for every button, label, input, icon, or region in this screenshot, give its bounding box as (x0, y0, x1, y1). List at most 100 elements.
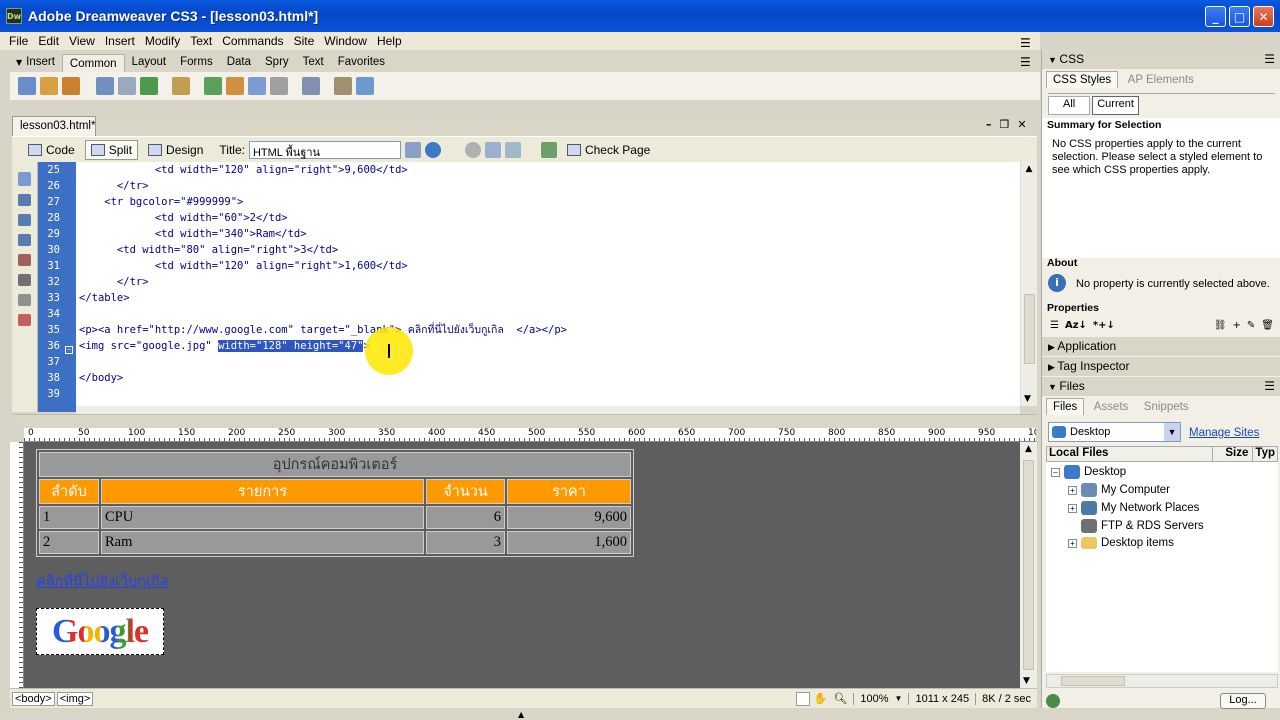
validate-markup-icon[interactable] (540, 141, 557, 158)
menu-insert[interactable]: Insert (100, 34, 140, 48)
highlight-invalid-icon[interactable] (18, 314, 31, 326)
select-tool-icon[interactable] (795, 691, 810, 706)
hyperlink-icon[interactable] (18, 77, 36, 95)
tree-item-ftp-rds[interactable]: FTP & RDS Servers (1068, 519, 1204, 533)
refresh-icon[interactable] (464, 141, 481, 158)
expand-arrow-icon[interactable]: ▲ (518, 710, 524, 719)
view-options-icon[interactable] (484, 141, 501, 158)
files-horizontal-scrollbar[interactable] (1046, 674, 1278, 688)
head-icon[interactable] (270, 77, 288, 95)
doc-restore-icon[interactable]: ❐ (1000, 118, 1010, 131)
collapse-node-icon[interactable]: – (1051, 467, 1060, 477)
menu-commands[interactable]: Commands (217, 34, 288, 48)
menu-modify[interactable]: Modify (140, 34, 185, 48)
insert-tab-spry[interactable]: Spry (258, 56, 296, 68)
google-logo-image[interactable]: Google (36, 608, 164, 655)
design-view-button[interactable]: Design (142, 140, 209, 160)
minimize-button[interactable]: _ (1205, 6, 1226, 27)
media-icon[interactable] (172, 77, 190, 95)
design-vertical-scrollbar[interactable]: ▲ ▼ (1020, 442, 1037, 688)
collapse-triangle-icon[interactable]: ▼ (16, 58, 22, 67)
menu-text[interactable]: Text (185, 34, 217, 48)
table-icon[interactable] (96, 77, 114, 95)
application-panel-header[interactable]: ▶ Application (1042, 337, 1280, 356)
scroll-down-icon[interactable]: ▼ (1023, 676, 1030, 686)
edit-style-icon[interactable]: ✎ (1247, 320, 1255, 331)
tag-chooser-icon[interactable] (356, 77, 374, 95)
insert-options-icon[interactable]: ☰ (1020, 55, 1031, 69)
col-type[interactable]: Typ (1252, 447, 1277, 461)
panel-options-icon[interactable]: ☰ (1264, 379, 1275, 393)
open-documents-icon[interactable] (18, 172, 31, 186)
expand-node-icon[interactable]: + (1068, 485, 1077, 495)
insert-tab-text[interactable]: Text (296, 56, 331, 68)
document-tab[interactable]: lesson03.html* (12, 116, 96, 136)
expand-node-icon[interactable]: + (1068, 538, 1077, 548)
category-view-icon[interactable]: ☰ (1050, 320, 1059, 331)
file-management-icon[interactable] (404, 141, 421, 158)
close-button[interactable]: ✕ (1253, 6, 1274, 27)
design-view[interactable]: อุปกรณ์คอมพิวเตอร์ ลำดับ รายการ จำนวน รา… (24, 442, 1020, 688)
zoom-dropdown-icon[interactable]: ▼ (895, 694, 903, 703)
collapse-tag-icon[interactable] (18, 194, 31, 206)
computer-table[interactable]: อุปกรณ์คอมพิวเตอร์ ลำดับ รายการ จำนวน รา… (36, 449, 634, 557)
collapse-selection-icon[interactable] (18, 214, 31, 226)
col-size[interactable]: Size (1212, 447, 1252, 461)
split-divider[interactable] (12, 414, 1037, 428)
menu-view[interactable]: View (64, 34, 100, 48)
properties-collapse-strip[interactable]: ▲ (0, 708, 1280, 720)
code-vertical-scrollbar[interactable]: ▲ ▼ (1020, 162, 1037, 406)
div-icon[interactable] (118, 77, 136, 95)
menu-edit[interactable]: Edit (33, 34, 64, 48)
tag-inspector-panel-header[interactable]: ▶ Tag Inspector (1042, 357, 1280, 376)
google-link[interactable]: คลิกที่นี่ไปยังเว็บกูเกิล (36, 570, 169, 593)
tree-item-desktop[interactable]: – Desktop (1051, 465, 1126, 479)
menu-file[interactable]: File (4, 34, 33, 48)
code-collapse-icon[interactable]: – (65, 346, 73, 354)
line-numbers-icon[interactable] (18, 294, 31, 306)
menu-window[interactable]: Window (319, 34, 372, 48)
tab-files[interactable]: Files (1046, 398, 1085, 415)
script-icon[interactable] (302, 77, 320, 95)
insert-tab-common[interactable]: Common (61, 53, 125, 73)
expand-node-icon[interactable]: + (1068, 503, 1077, 513)
insert-tab-forms[interactable]: Forms (173, 56, 220, 68)
doc-close-icon[interactable]: ✕ (1017, 118, 1026, 131)
named-anchor-icon[interactable] (62, 77, 80, 95)
window-title-bar[interactable]: Dw Adobe Dreamweaver CS3 - [lesson03.htm… (0, 0, 1280, 32)
tree-item-my-computer[interactable]: + My Computer (1068, 483, 1170, 497)
attach-style-icon[interactable]: ⛓ (1214, 320, 1227, 331)
code-scroll-thumb[interactable] (1024, 294, 1035, 364)
expand-all-icon[interactable] (18, 234, 31, 246)
insert-tab-layout[interactable]: Layout (125, 56, 174, 68)
split-view-button[interactable]: Split (84, 139, 139, 160)
set-properties-icon[interactable]: *+↓ (1093, 320, 1115, 331)
files-scroll-thumb[interactable] (1061, 676, 1125, 686)
menu-options-icon[interactable]: ☰ (1020, 36, 1031, 50)
check-page-button[interactable]: Check Page (561, 140, 656, 160)
zoom-level[interactable]: 100% (853, 692, 894, 705)
tag-selector-body[interactable]: <body> (12, 691, 55, 706)
menu-help[interactable]: Help (372, 34, 407, 48)
tree-item-desktop-items[interactable]: + Desktop items (1068, 537, 1174, 549)
select-parent-tag-icon[interactable] (18, 254, 31, 266)
css-panel-header[interactable]: ▼ CSS ☰ (1042, 50, 1280, 69)
insert-label[interactable]: Insert (24, 56, 62, 68)
tree-item-network[interactable]: + My Network Places (1068, 501, 1199, 515)
code-editor[interactable]: <td width="120" align="right">9,600</td>… (76, 162, 1020, 412)
css-current-button[interactable]: Current (1092, 96, 1139, 115)
insert-tab-data[interactable]: Data (220, 56, 258, 68)
email-link-icon[interactable] (40, 77, 58, 95)
maximize-button[interactable]: □ (1229, 6, 1250, 27)
css-all-button[interactable]: All (1048, 96, 1091, 115)
tag-selector-img[interactable]: <img> (56, 691, 94, 706)
panel-options-icon[interactable]: ☰ (1264, 52, 1275, 66)
templates-icon[interactable] (334, 77, 352, 95)
tab-snippets[interactable]: Snippets (1138, 399, 1195, 415)
log-button[interactable]: Log... (1220, 693, 1266, 709)
tab-ap-elements[interactable]: AP Elements (1122, 72, 1200, 88)
scroll-up-icon[interactable]: ▲ (1024, 164, 1034, 174)
zoom-tool-icon[interactable]: 🔍︎ (833, 692, 847, 705)
col-local-files[interactable]: Local Files (1047, 447, 1212, 461)
code-horizontal-scrollbar[interactable] (76, 406, 1020, 414)
